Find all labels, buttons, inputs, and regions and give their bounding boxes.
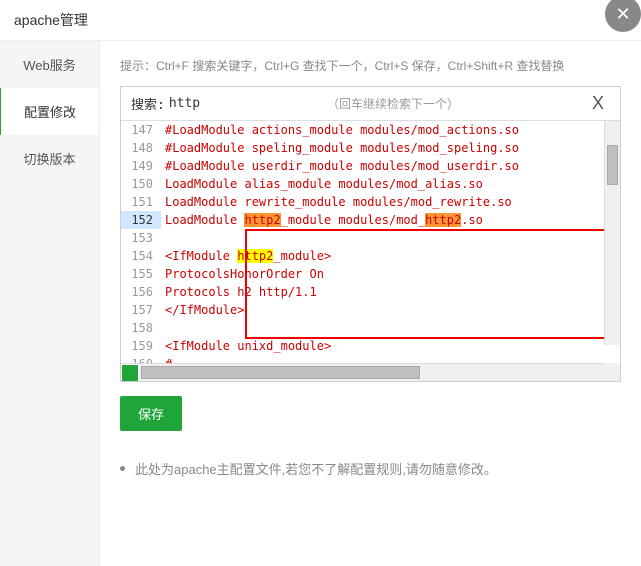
vertical-scrollbar[interactable] [604, 121, 620, 345]
line-number: 149 [121, 157, 161, 175]
line-content[interactable]: </IfModule> [161, 301, 244, 319]
line-content[interactable]: LoadModule rewrite_module modules/mod_re… [161, 193, 512, 211]
line-number: 148 [121, 139, 161, 157]
line-content[interactable]: #LoadModule speling_module modules/mod_s… [161, 139, 519, 157]
bullet-icon [120, 466, 125, 471]
code-line[interactable]: 148#LoadModule speling_module modules/mo… [121, 139, 620, 157]
line-content[interactable]: Protocols h2 http/1.1 [161, 283, 317, 301]
search-input[interactable]: http [169, 96, 200, 111]
search-close-icon[interactable]: X [586, 93, 610, 114]
shortcut-hint: 提示：Ctrl+F 搜索关键字，Ctrl+G 查找下一个，Ctrl+S 保存，C… [120, 57, 621, 74]
line-content[interactable]: ProtocolsHonorOrder On [161, 265, 324, 283]
sidebar-item-version[interactable]: 切换版本 [0, 135, 99, 182]
config-note: 此处为apache主配置文件,若您不了解配置规则,请勿随意修改。 [120, 459, 621, 478]
line-content[interactable]: <IfModule http2_module> [161, 247, 331, 265]
line-number: 151 [121, 193, 161, 211]
line-number: 152 [121, 211, 161, 229]
line-number: 154 [121, 247, 161, 265]
code-editor: 搜索: http （回车继续检索下一个） X 147#LoadModule ac… [120, 86, 621, 382]
line-number: 147 [121, 121, 161, 139]
code-line[interactable]: 156Protocols h2 http/1.1 [121, 283, 620, 301]
status-indicator[interactable] [122, 365, 138, 381]
line-content[interactable]: #LoadModule userdir_module modules/mod_u… [161, 157, 519, 175]
titlebar: apache管理 ✕ [0, 0, 641, 41]
code-line[interactable]: 154<IfModule http2_module> [121, 247, 620, 265]
line-content[interactable]: LoadModule http2_module modules/mod_http… [161, 211, 483, 229]
search-label: 搜索: [131, 94, 165, 113]
code-line[interactable]: 158 [121, 319, 620, 337]
close-icon[interactable]: ✕ [605, 0, 641, 32]
line-number: 156 [121, 283, 161, 301]
code-line[interactable]: 150LoadModule alias_module modules/mod_a… [121, 175, 620, 193]
main-panel: 提示：Ctrl+F 搜索关键字，Ctrl+G 查找下一个，Ctrl+S 保存，C… [100, 41, 641, 566]
line-number: 150 [121, 175, 161, 193]
search-bar: 搜索: http （回车继续检索下一个） X [121, 87, 620, 121]
horizontal-scroll-thumb[interactable] [141, 366, 420, 379]
line-content[interactable]: # [161, 355, 172, 363]
sidebar: Web服务 配置修改 切换版本 [0, 41, 100, 566]
code-line[interactable]: 149#LoadModule userdir_module modules/mo… [121, 157, 620, 175]
line-content[interactable]: LoadModule alias_module modules/mod_alia… [161, 175, 483, 193]
code-line[interactable]: 147#LoadModule actions_module modules/mo… [121, 121, 620, 139]
scroll-corner [604, 363, 620, 381]
code-line[interactable]: 157</IfModule> [121, 301, 620, 319]
sidebar-item-web[interactable]: Web服务 [0, 41, 99, 88]
code-line[interactable]: 152LoadModule http2_module modules/mod_h… [121, 211, 620, 229]
vertical-scroll-thumb[interactable] [607, 145, 618, 185]
line-number: 157 [121, 301, 161, 319]
line-number: 159 [121, 337, 161, 355]
note-text: 此处为apache主配置文件,若您不了解配置规则,请勿随意修改。 [135, 459, 497, 478]
line-number: 160 [121, 355, 161, 363]
sidebar-item-config[interactable]: 配置修改 [0, 88, 99, 135]
search-placeholder: （回车继续检索下一个） [200, 95, 586, 112]
code-line[interactable]: 153 [121, 229, 620, 247]
line-number: 155 [121, 265, 161, 283]
bottom-bar [121, 363, 620, 381]
line-content[interactable]: <IfModule unixd_module> [161, 337, 331, 355]
save-button[interactable]: 保存 [120, 396, 182, 431]
line-number: 153 [121, 229, 161, 247]
horizontal-scrollbar[interactable] [139, 364, 604, 381]
line-content[interactable]: #LoadModule actions_module modules/mod_a… [161, 121, 519, 139]
modal-window: apache管理 ✕ Web服务 配置修改 切换版本 提示：Ctrl+F 搜索关… [0, 0, 641, 566]
code-area[interactable]: 147#LoadModule actions_module modules/mo… [121, 121, 620, 363]
line-content[interactable] [161, 319, 165, 337]
code-line[interactable]: 159<IfModule unixd_module> [121, 337, 620, 355]
code-line[interactable]: 151LoadModule rewrite_module modules/mod… [121, 193, 620, 211]
line-content[interactable] [161, 229, 165, 247]
body: Web服务 配置修改 切换版本 提示：Ctrl+F 搜索关键字，Ctrl+G 查… [0, 41, 641, 566]
code-line[interactable]: 160# [121, 355, 620, 363]
window-title: apache管理 [14, 10, 88, 30]
line-number: 158 [121, 319, 161, 337]
code-line[interactable]: 155ProtocolsHonorOrder On [121, 265, 620, 283]
